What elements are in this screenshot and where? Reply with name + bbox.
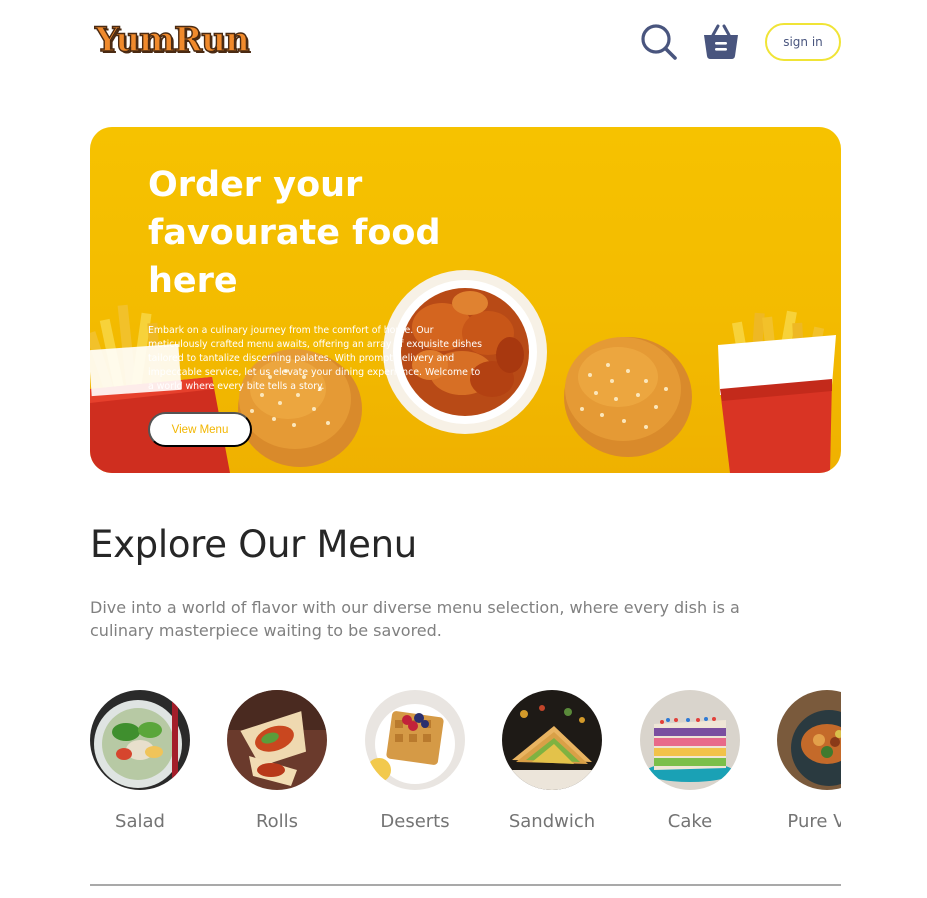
view-menu-button[interactable]: View Menu xyxy=(148,412,252,447)
nav-actions: sign in xyxy=(639,18,841,66)
menu-section-description: Dive into a world of flavor with our div… xyxy=(90,598,740,640)
sign-in-button[interactable]: sign in xyxy=(765,23,841,61)
hero-title: Order your favourate food here xyxy=(148,165,441,301)
cake-image xyxy=(640,690,740,790)
logo[interactable]: YumRun xyxy=(94,19,250,60)
hero-description: Embark on a culinary journey from the co… xyxy=(148,325,483,392)
menu-item-label: Rolls xyxy=(255,811,299,832)
menu-category-list: Salad Rolls Deserts Sandwich Cake Pure V xyxy=(90,690,841,840)
basket-icon[interactable] xyxy=(701,22,741,62)
menu-item-label: Pure Veg xyxy=(787,811,841,832)
menu-item-rolls[interactable]: Rolls xyxy=(227,690,327,832)
sandwich-image xyxy=(502,690,602,790)
menu-item-label: Cake xyxy=(667,811,713,832)
section-divider xyxy=(90,884,841,886)
hero-banner: Order your favourate food here Embark on… xyxy=(90,127,841,473)
menu-item-label: Deserts xyxy=(380,811,450,832)
salad-image xyxy=(90,690,190,790)
pure-veg-image xyxy=(777,690,841,790)
deserts-image xyxy=(365,690,465,790)
rolls-image xyxy=(227,690,327,790)
menu-section-title: Explore Our Menu xyxy=(90,523,417,566)
navbar: YumRun sign in xyxy=(90,18,841,66)
menu-item-deserts[interactable]: Deserts xyxy=(365,690,465,832)
menu-item-label: Salad xyxy=(115,811,165,832)
menu-item-salad[interactable]: Salad xyxy=(90,690,190,832)
menu-item-cake[interactable]: Cake xyxy=(640,690,740,832)
menu-item-pure-veg[interactable]: Pure Veg xyxy=(777,690,841,832)
search-icon[interactable] xyxy=(639,22,679,62)
menu-item-label: Sandwich xyxy=(508,811,596,832)
menu-item-sandwich[interactable]: Sandwich xyxy=(502,690,602,832)
